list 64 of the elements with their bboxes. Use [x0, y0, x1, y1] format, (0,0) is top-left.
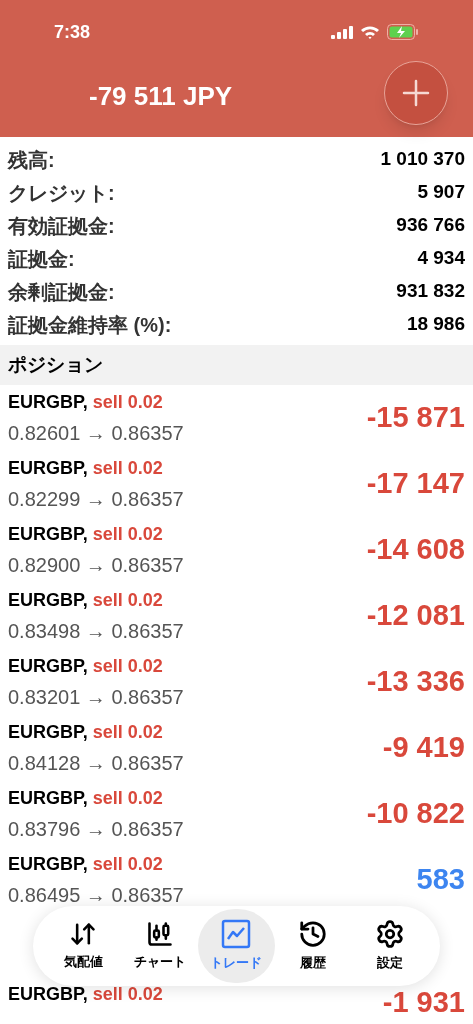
profit-value: -9 419	[382, 730, 465, 766]
signal-icon	[331, 25, 353, 39]
order-type: sell 0.02	[92, 720, 163, 744]
add-button[interactable]	[384, 60, 448, 125]
symbol-text: EURGBP,	[8, 786, 88, 810]
profit-value: -15 871	[366, 400, 465, 436]
price-text: 0.84128 → 0.86357	[8, 750, 184, 776]
symbol-text: EURGBP,	[8, 983, 88, 1006]
price-text: 0.82900 → 0.86357	[8, 552, 184, 578]
tab-button[interactable]: 気配値	[45, 909, 122, 983]
symbol-text: EURGBP,	[8, 456, 88, 480]
symbol-text: EURGBP,	[8, 522, 88, 546]
symbol-text: EURGBP,	[8, 852, 88, 876]
line-chart-icon	[221, 919, 252, 950]
summary-label: 余剰証拠金:	[8, 279, 115, 305]
summary-value: 936 766	[396, 213, 465, 238]
tab-button[interactable]: トレード	[198, 909, 275, 983]
symbol-text: EURGBP,	[8, 654, 88, 678]
order-type: sell 0.02	[92, 456, 163, 480]
symbol-text: EURGBP,	[8, 588, 88, 612]
price-text: 0.83498 → 0.86357	[8, 618, 184, 644]
price-text: 0.83796 → 0.86357	[8, 816, 184, 842]
summary-label: 残高:	[8, 147, 55, 173]
summary-value: 1 010 370	[380, 147, 465, 172]
history-icon	[298, 919, 329, 950]
symbol-text: EURGBP,	[8, 720, 88, 744]
section-title: ポジション	[8, 352, 103, 377]
tab-button[interactable]: 設定	[351, 909, 428, 983]
price-text: 0.82601 → 0.86357	[8, 420, 184, 446]
profit-value: 583	[416, 862, 465, 898]
profit-value: -12 081	[366, 598, 465, 634]
order-type: sell 0.02	[92, 522, 163, 546]
balance-amount: -79 511 JPY	[89, 80, 233, 113]
order-type: sell 0.02	[92, 852, 163, 876]
price-text: 0.86495 → 0.86357	[8, 882, 184, 908]
profit-value: -17 147	[366, 466, 465, 502]
price-text: 0.82299 → 0.86357	[8, 486, 184, 512]
plus-icon	[402, 78, 430, 107]
summary-value: 5 907	[417, 180, 465, 205]
order-type: sell 0.02	[92, 983, 163, 1006]
summary-label: 証拠金維持率 (%):	[8, 312, 172, 338]
status-time: 7:38	[54, 20, 91, 44]
summary-value: 931 832	[396, 279, 465, 304]
summary-value: 18 986	[406, 312, 465, 337]
profit-value: -13 336	[366, 664, 465, 700]
profit-value: -10 822	[366, 796, 465, 832]
price-text: 0.83201 → 0.86357	[8, 684, 184, 710]
profit-value: -1 931	[382, 985, 465, 1020]
symbol-text: EURGBP,	[8, 390, 88, 414]
order-type: sell 0.02	[92, 588, 163, 612]
summary-value: 4 934	[417, 246, 465, 271]
battery-icon	[387, 24, 419, 40]
order-type: sell 0.02	[92, 654, 163, 678]
wifi-icon	[360, 25, 380, 39]
profit-value: -14 608	[366, 532, 465, 568]
tab-button[interactable]: チャート	[121, 909, 199, 983]
summary-label: 有効証拠金:	[8, 213, 115, 239]
summary-label: クレジット:	[8, 180, 115, 206]
summary-label: 証拠金:	[8, 246, 75, 272]
candlestick-icon	[145, 920, 174, 949]
order-type: sell 0.02	[92, 390, 163, 414]
tab-button[interactable]: 履歴	[274, 909, 352, 983]
order-type: sell 0.02	[92, 786, 163, 810]
settings-icon	[374, 919, 405, 950]
